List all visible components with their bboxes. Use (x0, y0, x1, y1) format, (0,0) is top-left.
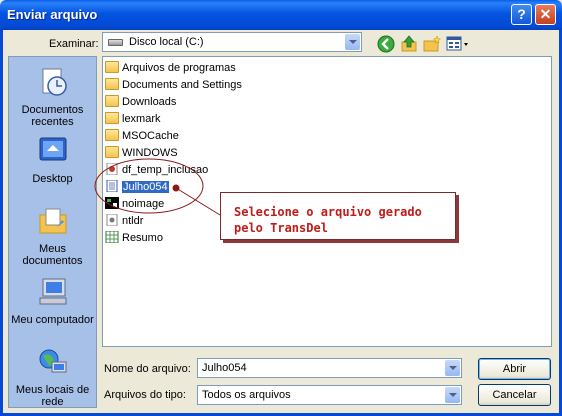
cancel-button[interactable]: Cancelar (478, 384, 551, 406)
filename-value: Julho054 (202, 362, 247, 374)
highlight-ellipse (94, 158, 204, 214)
filetype-label: Arquivos do tipo: (104, 389, 186, 401)
callout-text: Selecione o arquivo gerado pelo TransDel (234, 205, 422, 235)
chevron-down-icon[interactable] (445, 360, 460, 376)
annotation-line (175, 187, 221, 216)
filetype-value: Todos os arquivos (202, 389, 291, 401)
filename-label: Nome do arquivo: (104, 363, 191, 375)
filetype-select[interactable]: Todos os arquivos (197, 385, 462, 405)
chevron-down-icon[interactable] (445, 387, 460, 403)
filename-input[interactable]: Julho054 (197, 358, 462, 378)
open-button[interactable]: Abrir (478, 358, 551, 380)
instruction-callout: Selecione o arquivo gerado pelo TransDel (220, 192, 456, 240)
